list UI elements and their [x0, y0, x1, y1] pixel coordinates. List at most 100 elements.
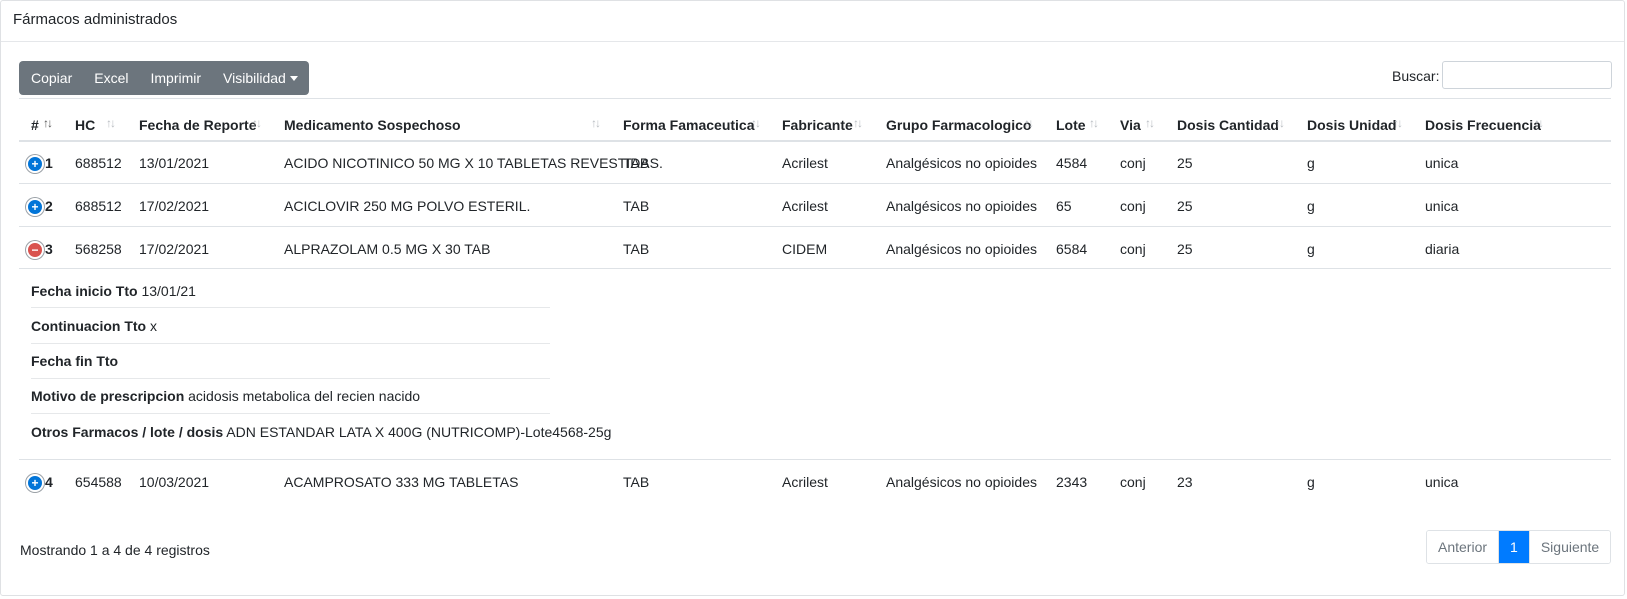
- cell-cantidad: 25: [1177, 198, 1193, 214]
- detail-label: Otros Farmacos / lote / dosis: [31, 424, 224, 440]
- minus-circle-icon[interactable]: −: [26, 241, 44, 259]
- search-label: Buscar:: [1392, 68, 1440, 84]
- cell-hc: 568258: [75, 241, 122, 257]
- col-header-lote[interactable]: Lote: [1056, 117, 1086, 133]
- cell-frecuencia: diaria: [1425, 241, 1460, 257]
- detail-value: x: [149, 318, 157, 334]
- col-header-fecha-reporte[interactable]: Fecha de Reporte: [139, 117, 256, 133]
- row-divider: [19, 268, 1611, 269]
- cell-grupo: Analgésicos no opioides: [886, 241, 1037, 257]
- cell-unidad: g: [1307, 241, 1315, 257]
- cell-grupo: Analgésicos no opioides: [886, 155, 1037, 171]
- row-index: 3: [45, 241, 53, 257]
- cell-unidad: g: [1307, 474, 1315, 490]
- cell-grupo: Analgésicos no opioides: [886, 198, 1037, 214]
- prev-page-button[interactable]: Anterior: [1427, 531, 1500, 563]
- col-header-forma[interactable]: Forma Famaceutica: [623, 117, 755, 133]
- detail-fecha-fin: Fecha fin Tto: [31, 353, 550, 369]
- detail-otros-farmacos: Otros Farmacos / lote / dosis ADN ESTAND…: [31, 424, 611, 440]
- cell-unidad: g: [1307, 198, 1315, 214]
- detail-continuacion: Continuacion Tto x: [31, 318, 550, 334]
- col-header-dosis-frecuencia[interactable]: Dosis Frecuencia: [1425, 117, 1541, 133]
- cell-via: conj: [1120, 198, 1146, 214]
- copy-button[interactable]: Copiar: [19, 61, 83, 95]
- cell-fecha: 13/01/2021: [139, 155, 210, 171]
- row-index: 2: [45, 198, 53, 214]
- detail-value: ADN ESTANDAR LATA X 400G (NUTRICOMP)-Lot…: [226, 424, 612, 440]
- detail-label: Continuacion Tto: [31, 318, 147, 334]
- sort-icon[interactable]: ↑↓: [1275, 116, 1285, 130]
- cell-fabricante: Acrilest: [782, 155, 828, 171]
- plus-circle-icon[interactable]: +: [26, 198, 44, 216]
- cell-cantidad: 23: [1177, 474, 1193, 490]
- sort-icon[interactable]: ↑↓: [43, 116, 53, 130]
- cell-frecuencia: unica: [1425, 474, 1459, 490]
- sort-icon[interactable]: ↑↓: [1534, 116, 1544, 130]
- cell-hc: 688512: [75, 198, 122, 214]
- excel-button[interactable]: Excel: [83, 61, 139, 95]
- cell-lote: 6584: [1056, 241, 1088, 257]
- plus-circle-icon[interactable]: +: [26, 474, 44, 492]
- page-1-button[interactable]: 1: [1499, 531, 1530, 563]
- cell-hc: 688512: [75, 155, 122, 171]
- cell-hc: 654588: [75, 474, 122, 490]
- cell-fecha: 10/03/2021: [139, 474, 210, 490]
- detail-label: Fecha inicio Tto: [31, 283, 138, 299]
- export-toolbar: Copiar Excel Imprimir Visibilidad: [19, 61, 309, 95]
- search-input[interactable]: [1442, 61, 1612, 89]
- col-header-hc[interactable]: HC: [75, 117, 95, 133]
- sort-icon[interactable]: ↑↓: [1024, 116, 1034, 130]
- cell-medicamento: ACAMPROSATO 333 MG TABLETAS: [284, 474, 519, 490]
- table-top-border: [19, 98, 1611, 99]
- cell-cantidad: 25: [1177, 241, 1193, 257]
- cell-grupo: Analgésicos no opioides: [886, 474, 1037, 490]
- plus-circle-icon[interactable]: +: [26, 155, 44, 173]
- caret-down-icon: [289, 76, 298, 81]
- print-button[interactable]: Imprimir: [139, 61, 212, 95]
- detail-divider: [31, 378, 550, 379]
- sort-icon[interactable]: ↑↓: [1393, 116, 1403, 130]
- col-header-dosis-unidad[interactable]: Dosis Unidad: [1307, 117, 1396, 133]
- visibility-button[interactable]: Visibilidad: [212, 61, 309, 95]
- cell-fabricante: Acrilest: [782, 198, 828, 214]
- sort-icon[interactable]: ↑↓: [1145, 116, 1155, 130]
- sort-icon[interactable]: ↑↓: [591, 116, 601, 130]
- next-page-button[interactable]: Siguiente: [1529, 531, 1611, 563]
- cell-forma: TAB: [623, 155, 650, 171]
- cell-medicamento: ALPRAZOLAM 0.5 MG X 30 TAB: [284, 241, 491, 257]
- cell-via: conj: [1120, 474, 1146, 490]
- sort-icon[interactable]: ↑↓: [106, 116, 116, 130]
- row-divider: [19, 226, 1611, 227]
- cell-fecha: 17/02/2021: [139, 198, 210, 214]
- detail-fecha-inicio: Fecha inicio Tto 13/01/21: [31, 283, 550, 299]
- sort-icon[interactable]: ↑↓: [751, 116, 761, 130]
- sort-icon[interactable]: ↑↓: [252, 116, 262, 130]
- cell-forma: TAB: [623, 198, 650, 214]
- card-title: Fármacos administrados: [1, 1, 1624, 42]
- cell-frecuencia: unica: [1425, 155, 1459, 171]
- sort-icon[interactable]: ↑↓: [853, 116, 863, 130]
- detail-value: 13/01/21: [141, 283, 196, 299]
- cell-forma: TAB: [623, 241, 650, 257]
- row-divider: [19, 459, 1611, 460]
- table-info: Mostrando 1 a 4 de 4 registros: [20, 542, 210, 558]
- col-header-dosis-cantidad[interactable]: Dosis Cantidad: [1177, 117, 1279, 133]
- cell-lote: 2343: [1056, 474, 1088, 490]
- col-header-grupo[interactable]: Grupo Farmacologico: [886, 117, 1031, 133]
- cell-fabricante: Acrilest: [782, 474, 828, 490]
- col-header-fabricante[interactable]: Fabricante: [782, 117, 853, 133]
- row-divider: [19, 183, 1611, 184]
- cell-medicamento: ACIDO NICOTINICO 50 MG X 10 TABLETAS REV…: [284, 155, 663, 171]
- detail-motivo: Motivo de prescripcion acidosis metaboli…: [31, 388, 550, 404]
- col-header-medicamento[interactable]: Medicamento Sospechoso: [284, 117, 461, 133]
- header-bottom-border: [19, 140, 1611, 142]
- cell-fecha: 17/02/2021: [139, 241, 210, 257]
- farmacos-card: Fármacos administrados Copiar Excel Impr…: [0, 0, 1625, 596]
- col-header-via[interactable]: Via: [1120, 117, 1141, 133]
- cell-medicamento: ACICLOVIR 250 MG POLVO ESTERIL.: [284, 198, 531, 214]
- detail-label: Motivo de prescripcion: [31, 388, 185, 404]
- sort-icon[interactable]: ↑↓: [1089, 116, 1099, 130]
- cell-forma: TAB: [623, 474, 650, 490]
- col-header-index[interactable]: #: [31, 117, 39, 133]
- cell-via: conj: [1120, 155, 1146, 171]
